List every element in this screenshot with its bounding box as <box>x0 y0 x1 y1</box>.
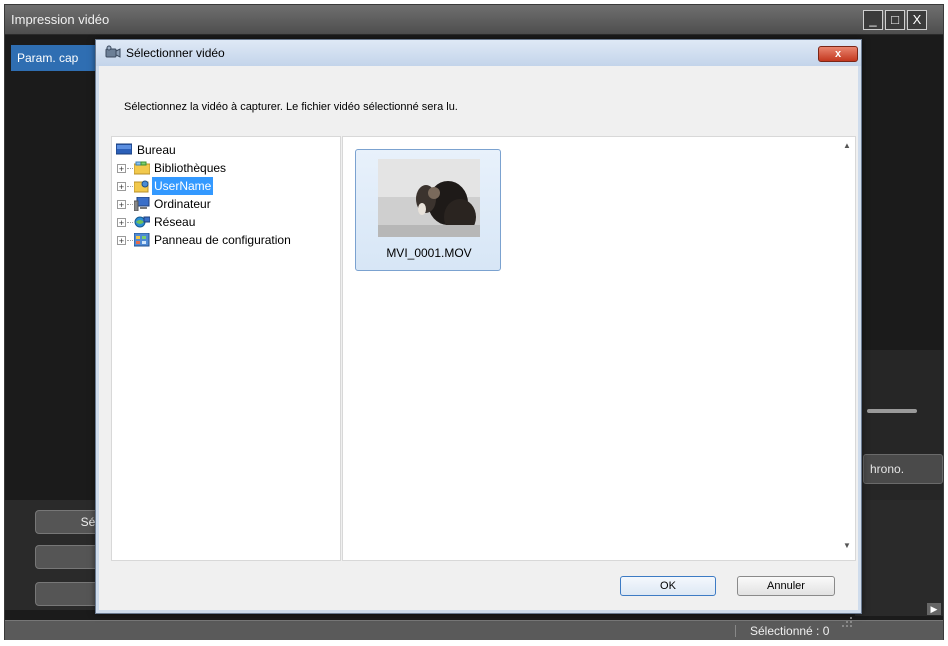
computer-icon <box>134 197 150 211</box>
folder-tree[interactable]: Bureau + Bibliothèques + UserName + Ordi… <box>111 136 341 561</box>
dialog-title: Sélectionner vidéo <box>126 46 225 60</box>
dialog-close-button[interactable]: x <box>818 46 858 62</box>
file-name: MVI_0001.MOV <box>386 246 472 260</box>
tree-label: Réseau <box>154 215 196 229</box>
file-list[interactable]: MVI_0001.MOV ▲ ▼ <box>342 136 856 561</box>
tree-label: Bureau <box>137 143 176 157</box>
minimize-button[interactable]: _ <box>863 10 883 30</box>
scroll-up-arrow-icon[interactable]: ▲ <box>841 141 853 153</box>
vertical-scrollbar[interactable]: ▲ ▼ <box>839 137 855 560</box>
tab-param-capture[interactable]: Param. cap <box>11 45 101 71</box>
tree-label: Bibliothèques <box>154 161 227 175</box>
tree-label-selected: UserName <box>152 177 214 195</box>
maximize-button[interactable]: □ <box>885 10 905 30</box>
scroll-right-arrow-icon[interactable]: ▶ <box>927 603 941 615</box>
close-button[interactable]: X <box>907 10 927 30</box>
expand-icon[interactable]: + <box>117 236 126 246</box>
tree-label: Panneau de configuration <box>154 233 291 247</box>
expand-icon[interactable]: + <box>117 218 126 228</box>
control-panel-icon <box>134 233 150 247</box>
app-titlebar[interactable]: Impression vidéo _ □ X <box>5 5 943 35</box>
video-camera-icon <box>105 45 121 58</box>
dialog-body: Sélectionnez la vidéo à capturer. Le fic… <box>99 66 858 627</box>
scroll-down-arrow-icon[interactable]: ▼ <box>841 541 853 553</box>
selection-count: Sélectionné : 0 <box>750 624 830 638</box>
ok-button[interactable]: OK <box>620 576 716 596</box>
cancel-button[interactable]: Annuler <box>737 576 835 596</box>
tree-label: Ordinateur <box>154 197 211 211</box>
user-folder-icon <box>134 180 149 193</box>
app-title: Impression vidéo <box>11 12 110 27</box>
select-video-dialog: Sélectionner vidéo x Sélectionnez la vid… <box>95 39 862 627</box>
expand-icon[interactable]: + <box>117 164 126 174</box>
libraries-icon <box>134 161 150 175</box>
file-item-video[interactable]: MVI_0001.MOV <box>355 149 501 271</box>
right-slider[interactable] <box>867 409 917 413</box>
status-bar: Sélectionné : 0 <box>5 620 943 640</box>
video-thumbnail <box>378 159 480 237</box>
dialog-titlebar[interactable]: Sélectionner vidéo x <box>96 40 861 66</box>
desktop-icon <box>116 143 132 155</box>
instruction-text: Sélectionnez la vidéo à capturer. Le fic… <box>124 101 458 113</box>
resize-grip-icon[interactable] <box>841 616 853 628</box>
status-separator <box>735 625 736 637</box>
expand-icon[interactable]: + <box>117 182 126 192</box>
network-icon <box>134 216 150 228</box>
expand-icon[interactable]: + <box>117 200 126 210</box>
chrono-button[interactable]: hrono. <box>863 454 943 484</box>
